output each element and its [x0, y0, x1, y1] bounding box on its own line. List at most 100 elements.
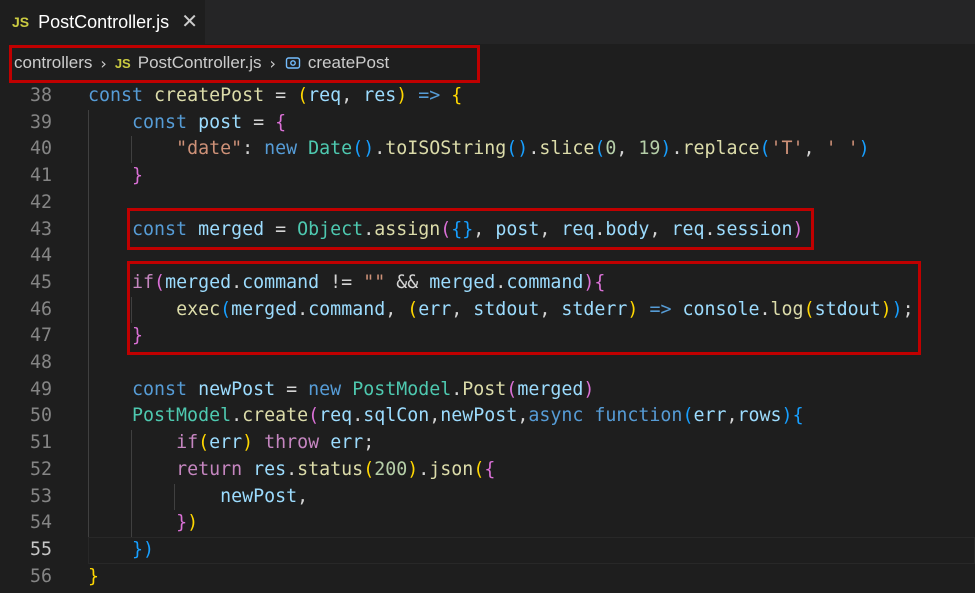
line-number: 39 — [29, 111, 52, 133]
current-line-highlight — [88, 536, 975, 564]
code-token: const — [132, 111, 199, 133]
code-line[interactable]: 41 } — [0, 163, 975, 190]
code-token: exec — [176, 298, 221, 320]
code-token: req — [308, 85, 342, 106]
code-token: Date — [308, 138, 353, 160]
line-number: 55 — [29, 538, 52, 560]
code-token: } — [132, 165, 144, 187]
code-line[interactable]: 54 }) — [0, 510, 975, 537]
code-line[interactable]: 43 const merged = Object.assign({}, post… — [0, 217, 975, 244]
code-line[interactable]: 53 newPost, — [0, 484, 975, 511]
code-line[interactable]: 49 const newPost = new PostModel.Post(me… — [0, 377, 975, 404]
line-number: 42 — [29, 191, 52, 213]
code-line[interactable]: 48 — [0, 350, 975, 377]
code-text: const createPost = (req, res) => { — [88, 83, 462, 110]
line-number: 46 — [29, 298, 52, 320]
code-token: ( — [363, 458, 375, 480]
code-token: err — [330, 432, 364, 454]
line-number: 47 — [29, 325, 52, 347]
line-number: 41 — [29, 165, 52, 187]
code-text: const newPost = new PostModel.Post(merge… — [88, 377, 594, 404]
code-token: PostModel — [352, 378, 452, 400]
breadcrumb-symbol[interactable]: createPost — [308, 53, 389, 73]
code-token: "" — [363, 271, 386, 293]
code-token: => — [649, 298, 672, 320]
code-token: command — [308, 298, 386, 320]
code-token: ( — [506, 378, 518, 400]
code-line[interactable]: 51 if(err) throw err; — [0, 430, 975, 457]
code-token: rows — [737, 405, 782, 427]
code-line[interactable]: 50 PostModel.create(req.sqlCon,newPost,a… — [0, 403, 975, 430]
line-number: 43 — [29, 218, 52, 240]
code-token: err — [693, 405, 727, 427]
code-token: ) — [781, 405, 793, 427]
code-token: async — [528, 405, 595, 427]
code-token: Post — [462, 378, 507, 400]
code-token: ) — [583, 378, 595, 400]
breadcrumb-file[interactable]: PostController.js — [138, 53, 262, 73]
code-line[interactable]: 56} — [0, 564, 975, 591]
code-text: const merged = Object.assign({}, post, r… — [88, 217, 804, 244]
code-text: } — [88, 163, 143, 190]
javascript-file-icon: JS — [114, 55, 131, 71]
code-token: merged — [429, 271, 496, 293]
code-token: ) — [660, 138, 672, 160]
method-symbol-icon — [284, 56, 302, 70]
code-token: console — [682, 298, 760, 320]
code-line[interactable]: 42 — [0, 190, 975, 217]
code-token: , — [616, 138, 639, 160]
breadcrumb-folder[interactable]: controllers — [14, 53, 92, 73]
code-line[interactable]: 55 }) — [0, 536, 975, 564]
code-token: session — [715, 218, 793, 240]
code-token: req — [561, 218, 595, 240]
code-token: stdout — [814, 298, 881, 320]
code-line[interactable]: 47 } — [0, 323, 975, 350]
tab-bar: JS PostController.js ✕ — [0, 0, 975, 44]
code-line[interactable]: 45 if(merged.command != "" && merged.com… — [0, 270, 975, 297]
code-token: . — [374, 138, 386, 160]
code-token: , — [517, 405, 529, 427]
code-editor[interactable]: 38 const createPost = (req, res) => {39 c… — [0, 82, 975, 593]
code-token: const — [88, 85, 155, 106]
close-icon[interactable]: ✕ — [181, 12, 198, 32]
code-token: json — [429, 458, 474, 480]
code-text: if(merged.command != "" && merged.comman… — [88, 270, 605, 297]
code-token: { — [451, 85, 463, 106]
code-line[interactable]: 40 "date": new Date().toISOString().slic… — [0, 136, 975, 163]
tab-postcontroller[interactable]: JS PostController.js ✕ — [0, 0, 205, 44]
code-line[interactable]: 46 exec(merged.command, (err, stdout, st… — [0, 297, 975, 324]
line-number: 54 — [29, 512, 52, 534]
code-text: const post = { — [88, 110, 286, 137]
code-token: ) — [792, 218, 804, 240]
code-token: merged — [517, 378, 584, 400]
code-token: }) — [132, 538, 155, 560]
code-token: create — [242, 405, 309, 427]
code-token: if — [132, 271, 155, 293]
code-token: new — [264, 138, 309, 160]
javascript-file-icon: JS — [12, 14, 30, 30]
code-text: }) — [88, 510, 198, 537]
line-number: 53 — [29, 485, 52, 507]
code-token: ) — [880, 298, 892, 320]
code-token: ) — [242, 432, 254, 454]
code-line[interactable]: 39 const post = { — [0, 110, 975, 137]
code-token: stderr — [561, 298, 628, 320]
code-token: ( — [308, 405, 320, 427]
code-token: newPost — [198, 378, 276, 400]
code-token: ) — [891, 298, 903, 320]
code-line[interactable]: 52 return res.status(200).json({ — [0, 457, 975, 484]
code-line[interactable]: 38 const createPost = (req, res) => { — [0, 83, 975, 110]
code-token: slice — [539, 138, 595, 160]
code-token: if — [176, 432, 199, 454]
line-number: 52 — [29, 458, 52, 480]
code-token: req — [319, 405, 353, 427]
code-line[interactable]: 44 — [0, 243, 975, 270]
code-token: err — [209, 432, 243, 454]
